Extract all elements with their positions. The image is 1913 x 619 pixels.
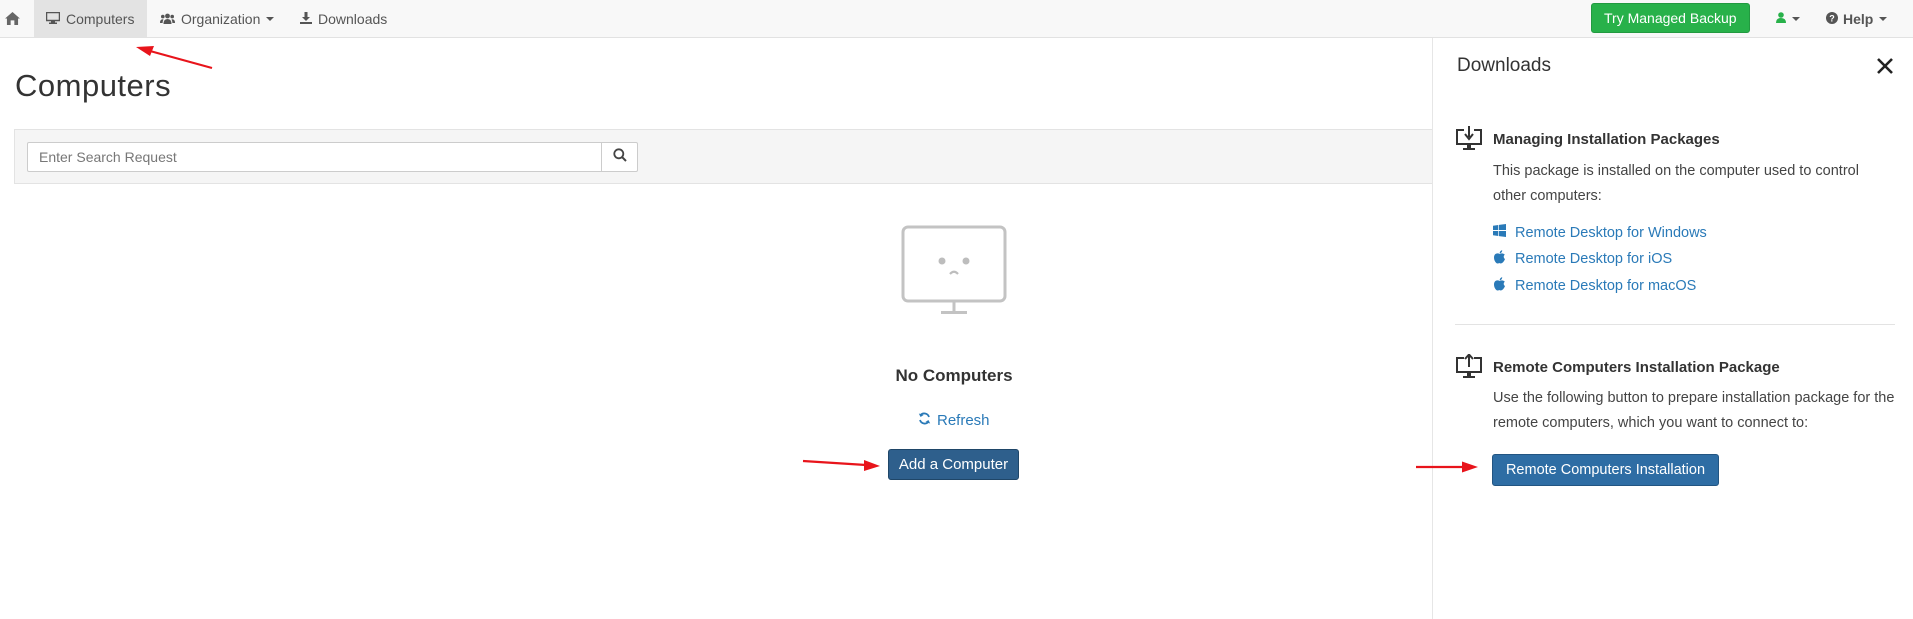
divider (1455, 324, 1895, 325)
try-managed-backup-button[interactable]: Try Managed Backup (1591, 3, 1750, 33)
windows-icon (1493, 224, 1515, 241)
link-label: Remote Desktop for iOS (1515, 251, 1673, 267)
remote-package-title: Remote Computers Installation Package (1493, 359, 1780, 376)
nav-computers[interactable]: Computers (34, 0, 147, 37)
refresh-link[interactable]: Refresh (918, 412, 990, 429)
managing-packages-title: Managing Installation Packages (1493, 131, 1720, 148)
managing-packages-description: This package is installed on the compute… (1493, 163, 1859, 204)
remote-computers-installation-button[interactable]: Remote Computers Installation (1492, 454, 1719, 486)
link-remote-desktop-ios[interactable]: Remote Desktop for iOS (1493, 250, 1672, 268)
close-icon[interactable] (1875, 56, 1895, 76)
download-monitor-icon (1455, 126, 1483, 157)
search-input[interactable] (27, 142, 602, 172)
user-icon (1776, 10, 1786, 28)
nav-organization[interactable]: Organization (160, 0, 275, 37)
users-icon (160, 11, 181, 27)
download-icon (300, 11, 318, 27)
upload-monitor-icon (1455, 352, 1483, 385)
remote-package-description: Use the following button to prepare inst… (1493, 390, 1895, 431)
nav-organization-label: Organization (181, 10, 261, 27)
refresh-label: Refresh (937, 412, 990, 429)
monitor-icon (45, 11, 66, 27)
nav-downloads[interactable]: Downloads (300, 0, 387, 37)
nav-computers-label: Computers (66, 10, 135, 27)
empty-state-title: No Computers (895, 366, 1013, 385)
annotation-arrow (802, 459, 880, 471)
search-toolbar (14, 129, 1434, 184)
annotation-arrow (136, 46, 213, 70)
apple-icon (1493, 277, 1515, 295)
top-navbar: Computers Organization Downloads Try Man… (0, 0, 1913, 38)
nav-downloads-label: Downloads (318, 10, 388, 27)
downloads-panel: Downloads Managing Installation Packages… (1432, 38, 1913, 619)
chevron-down-icon (1792, 16, 1800, 21)
sad-monitor-icon (900, 224, 1008, 321)
link-label: Remote Desktop for macOS (1515, 278, 1697, 294)
svg-text:?: ? (1829, 13, 1835, 23)
search-icon (612, 147, 627, 167)
user-menu[interactable] (1776, 0, 1800, 37)
page-title: Computers (15, 68, 172, 103)
link-label: Remote Desktop for Windows (1515, 224, 1707, 241)
help-menu[interactable]: ? Help (1826, 0, 1888, 37)
link-remote-desktop-macos[interactable]: Remote Desktop for macOS (1493, 277, 1696, 295)
search-button[interactable] (601, 142, 638, 172)
chevron-down-icon (266, 16, 275, 21)
add-computer-button[interactable]: Add a Computer (888, 449, 1019, 480)
link-remote-desktop-windows[interactable]: Remote Desktop for Windows (1493, 224, 1707, 241)
question-icon: ? (1826, 11, 1843, 27)
panel-title: Downloads (1457, 55, 1551, 76)
chevron-down-icon (1879, 16, 1888, 21)
home-icon[interactable] (0, 0, 25, 37)
help-label: Help (1843, 10, 1874, 27)
refresh-icon (918, 412, 937, 429)
apple-icon (1493, 250, 1515, 268)
